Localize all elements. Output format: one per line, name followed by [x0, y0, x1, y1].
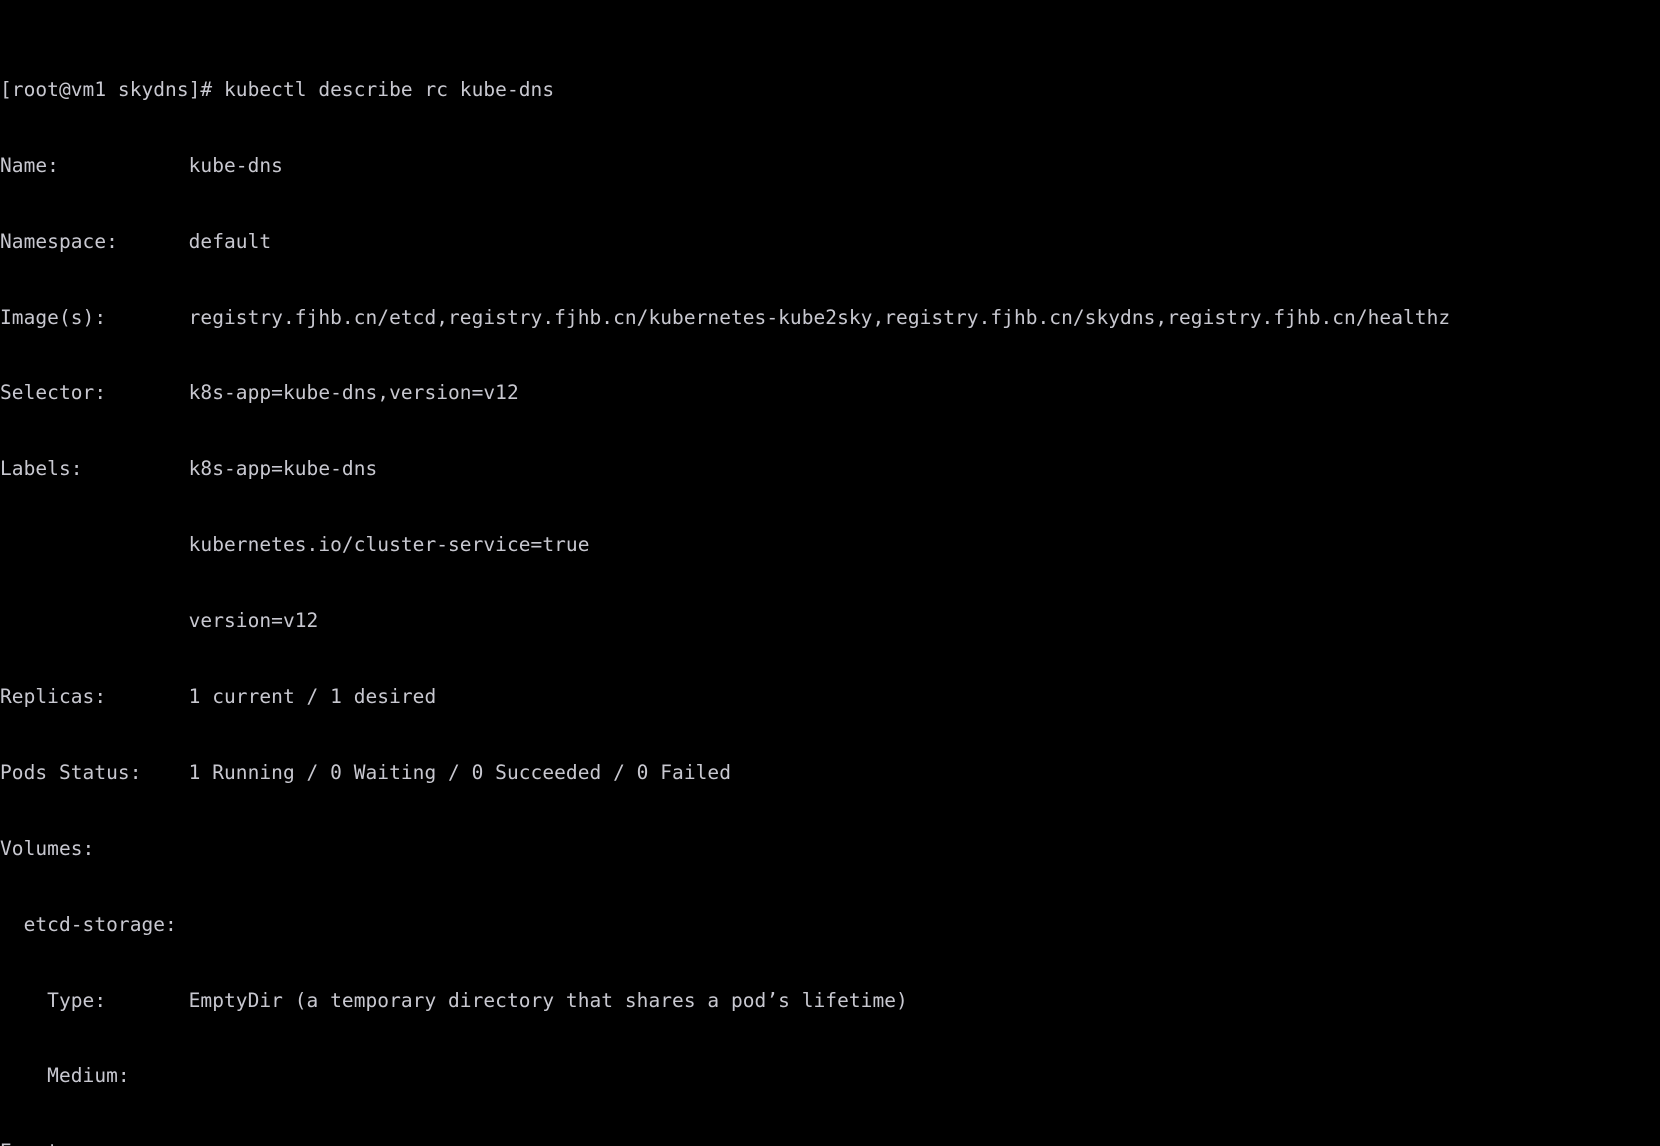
terminal-line-command: [root@vm1 skydns]# kubectl describe rc k…: [0, 77, 555, 101]
terminal-screen[interactable]: [root@vm1 skydns]# kubectl describe rc k…: [0, 1, 1521, 1146]
terminal-window[interactable]: [root@vm1 skydns]# kubectl describe rc k…: [0, 0, 1660, 1146]
terminal-line-volume-type: Type: EmptyDir (a temporary directory th…: [0, 988, 908, 1012]
terminal-line-labels-version: version=v12: [0, 609, 319, 633]
terminal-line-volumes: Volumes:: [0, 836, 95, 860]
terminal-line-pods-status: Pods Status: 1 Running / 0 Waiting / 0 S…: [0, 760, 731, 784]
terminal-line-namespace: Namespace: default: [0, 229, 272, 253]
terminal-line-volume-name: etcd-storage:: [0, 912, 177, 936]
terminal-line-selector: Selector: k8s-app=kube-dns,version=v12: [0, 381, 519, 405]
terminal-line-labels: Labels: k8s-app=kube-dns: [0, 457, 378, 481]
terminal-line-events: Events:: [0, 1139, 1521, 1146]
terminal-line-name: Name: kube-dns: [0, 153, 283, 177]
terminal-line-labels-cluster-service: kubernetes.io/cluster-service=true: [0, 533, 590, 557]
terminal-line-volume-medium: Medium:: [0, 1064, 130, 1088]
terminal-line-images: Image(s): registry.fjhb.cn/etcd,registry…: [0, 305, 1451, 329]
terminal-line-replicas: Replicas: 1 current / 1 desired: [0, 685, 437, 709]
